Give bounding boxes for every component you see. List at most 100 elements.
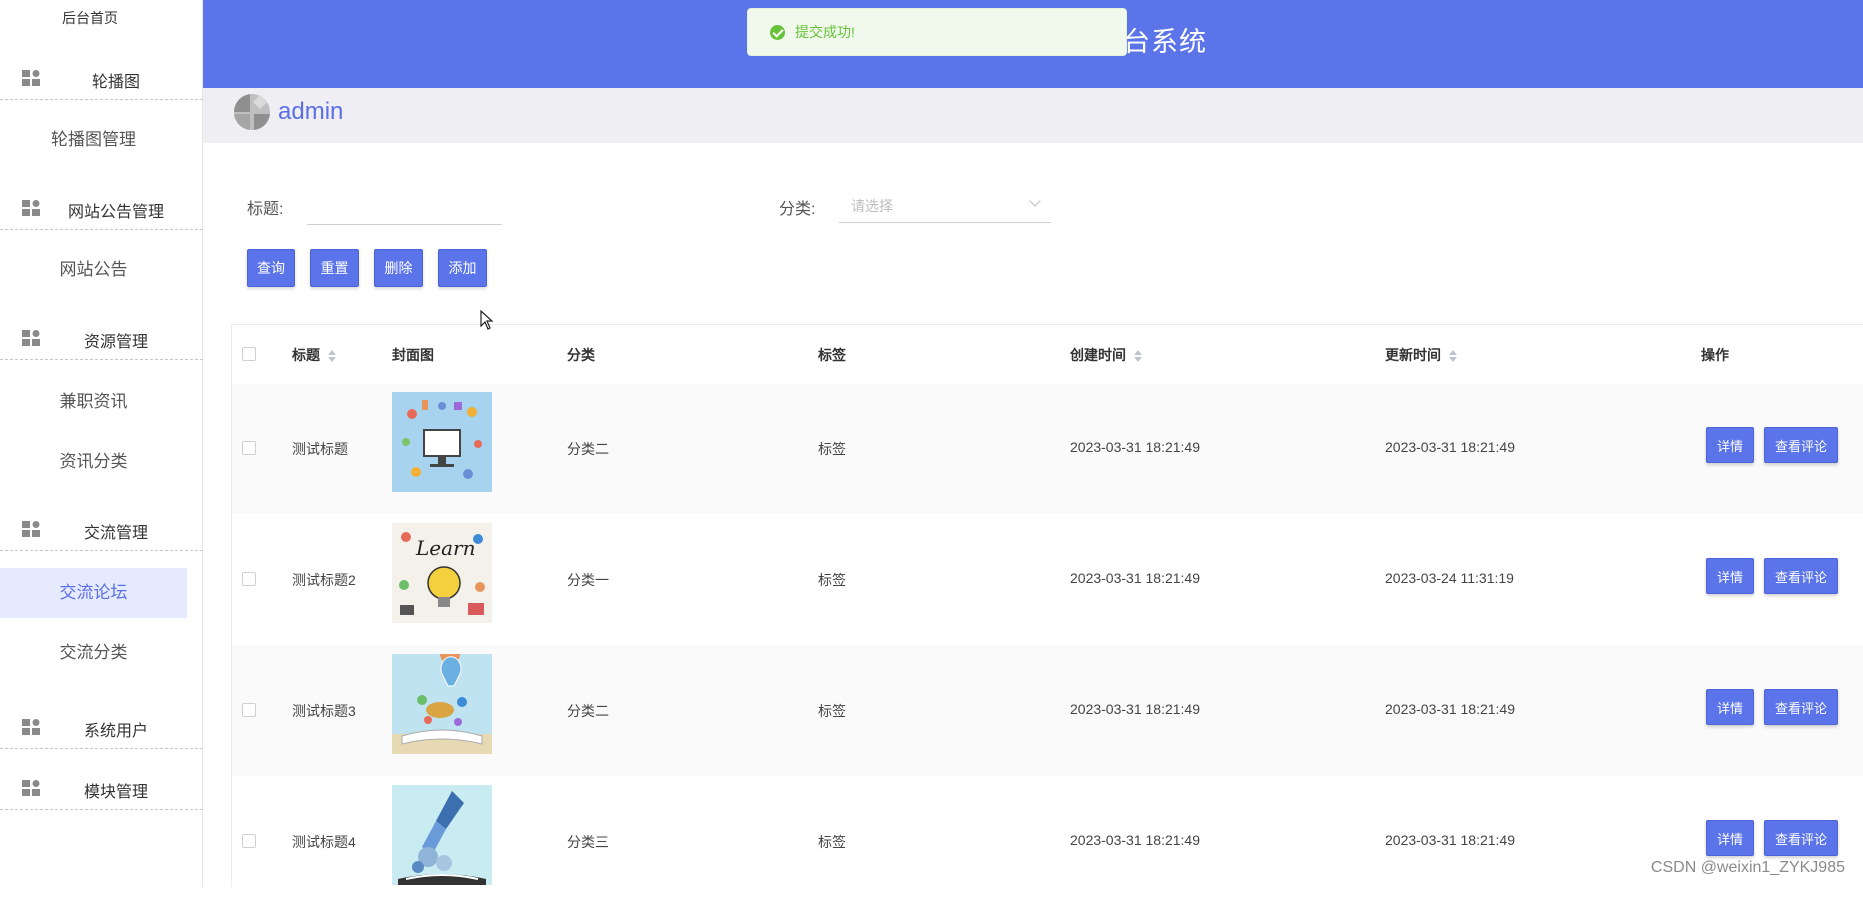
view-comments-button[interactable]: 查看评论 — [1764, 689, 1838, 725]
row-created: 2023-03-31 18:21:49 — [1070, 701, 1200, 717]
user-bar: admin — [203, 88, 1863, 143]
add-button[interactable]: 添加 — [438, 249, 487, 287]
row-tag: 标签 — [818, 439, 846, 459]
row-title: 测试标题4 — [292, 832, 356, 852]
sidebar-item-forum[interactable]: 交流论坛 — [0, 568, 187, 618]
chevron-down-icon — [1029, 195, 1040, 206]
title-search-input[interactable] — [307, 195, 502, 225]
row-updated: 2023-03-24 11:31:19 — [1385, 570, 1514, 586]
header-actions: 操作 — [1701, 345, 1729, 365]
cover-image — [392, 785, 492, 885]
row-updated: 2023-03-31 18:21:49 — [1385, 832, 1515, 848]
header-updated-text: 更新时间 — [1385, 347, 1441, 363]
sidebar-group-notices[interactable]: 网站公告管理 — [0, 186, 203, 230]
sidebar-home-link[interactable]: 后台首页 — [0, 8, 180, 28]
row-title: 测试标题2 — [292, 570, 356, 590]
sidebar-item-job-news[interactable]: 兼职资讯 — [0, 377, 187, 427]
system-title: 台系统 — [1123, 20, 1207, 59]
header-tag: 标签 — [818, 345, 846, 365]
sidebar-group-system-users[interactable]: 系统用户 — [0, 705, 203, 749]
cover-image — [392, 392, 492, 492]
table-header: 标题 封面图 分类 标签 创建时间 更新时间 操作 — [232, 325, 1863, 383]
table-row: 测试标题3 分类二 标签 2023-03-31 18:21:49 2 — [232, 645, 1863, 776]
grid-icon — [22, 330, 42, 346]
sidebar: 后台首页 轮播图 轮播图管理 网站公告管理 网站公告 资源管理 兼职资讯 资讯分… — [0, 0, 203, 887]
header-category: 分类 — [567, 345, 595, 365]
header-created-text: 创建时间 — [1070, 347, 1126, 363]
sidebar-group-label: 网站公告管理 — [46, 198, 186, 222]
row-title: 测试标题 — [292, 439, 348, 459]
header-title[interactable]: 标题 — [292, 345, 336, 365]
header-title-text: 标题 — [292, 347, 320, 363]
header-cover: 封面图 — [392, 345, 434, 365]
title-search-label: 标题: — [247, 195, 283, 219]
row-tag: 标签 — [818, 701, 846, 721]
sidebar-group-label: 资源管理 — [46, 328, 186, 352]
sidebar-group-exchange[interactable]: 交流管理 — [0, 507, 203, 551]
view-comments-button[interactable]: 查看评论 — [1764, 558, 1838, 594]
detail-button[interactable]: 详情 — [1706, 689, 1754, 725]
table-row: 测试标题2 Learn 分类一 标签 2023-03-31 18:21:49 — [232, 514, 1863, 645]
sidebar-item-notices[interactable]: 网站公告 — [0, 245, 187, 295]
detail-button[interactable]: 详情 — [1706, 820, 1754, 856]
row-created: 2023-03-31 18:21:49 — [1070, 832, 1200, 848]
category-select-placeholder: 请选择 — [851, 196, 893, 216]
sidebar-group-resources[interactable]: 资源管理 — [0, 316, 203, 360]
check-circle-icon — [770, 25, 785, 40]
sidebar-item-exchange-category[interactable]: 交流分类 — [0, 628, 187, 678]
table-row: 测试标题4 分类三 标签 2023-03-31 18:21:49 2023-03… — [232, 776, 1863, 907]
view-comments-button[interactable]: 查看评论 — [1764, 427, 1838, 463]
sidebar-group-label: 系统用户 — [46, 717, 186, 741]
row-created: 2023-03-31 18:21:49 — [1070, 439, 1200, 455]
cover-image: Learn — [392, 523, 492, 623]
header-created[interactable]: 创建时间 — [1070, 345, 1142, 365]
row-checkbox[interactable] — [242, 441, 256, 455]
sidebar-group-label: 交流管理 — [46, 519, 186, 543]
row-checkbox[interactable] — [242, 572, 256, 586]
avatar[interactable] — [233, 93, 271, 131]
row-title: 测试标题3 — [292, 701, 356, 721]
row-updated: 2023-03-31 18:21:49 — [1385, 439, 1515, 455]
row-checkbox[interactable] — [242, 834, 256, 848]
detail-button[interactable]: 详情 — [1706, 427, 1754, 463]
sort-icon[interactable] — [1449, 350, 1457, 362]
grid-icon — [22, 521, 42, 537]
row-created: 2023-03-31 18:21:49 — [1070, 570, 1200, 586]
username[interactable]: admin — [278, 98, 343, 126]
mouse-cursor-icon — [480, 310, 494, 330]
row-category: 分类二 — [567, 701, 609, 721]
sort-icon[interactable] — [1134, 350, 1142, 362]
query-button[interactable]: 查询 — [247, 249, 295, 287]
data-table: 标题 封面图 分类 标签 创建时间 更新时间 操作 测试标题 — [231, 324, 1863, 887]
reset-button[interactable]: 重置 — [310, 249, 359, 287]
grid-icon — [22, 200, 42, 216]
view-comments-button[interactable]: 查看评论 — [1764, 820, 1838, 856]
sidebar-item-news-category[interactable]: 资讯分类 — [0, 437, 187, 487]
select-all-checkbox[interactable] — [242, 347, 256, 361]
row-updated: 2023-03-31 18:21:49 — [1385, 701, 1515, 717]
sidebar-group-label: 轮播图 — [46, 68, 186, 92]
table-row: 测试标题 分类二 标签 — [232, 383, 1863, 514]
category-select[interactable]: 请选择 — [839, 189, 1051, 223]
row-checkbox[interactable] — [242, 703, 256, 717]
sidebar-group-label: 模块管理 — [46, 778, 186, 802]
grid-icon — [22, 70, 42, 86]
row-tag: 标签 — [818, 570, 846, 590]
delete-button[interactable]: 删除 — [374, 249, 423, 287]
svg-text:Learn: Learn — [415, 536, 475, 560]
sidebar-group-modules[interactable]: 模块管理 — [0, 766, 203, 810]
grid-icon — [22, 719, 42, 735]
detail-button[interactable]: 详情 — [1706, 558, 1754, 594]
sidebar-group-carousel[interactable]: 轮播图 — [0, 56, 203, 100]
row-category: 分类一 — [567, 570, 609, 590]
grid-icon — [22, 780, 42, 796]
cover-image — [392, 654, 492, 754]
row-tag: 标签 — [818, 832, 846, 852]
sort-icon[interactable] — [328, 350, 336, 362]
category-search-label: 分类: — [779, 195, 815, 219]
watermark: CSDN @weixin1_ZYKJ985 — [1651, 859, 1845, 877]
row-category: 分类二 — [567, 439, 609, 459]
header-updated[interactable]: 更新时间 — [1385, 345, 1457, 365]
row-category: 分类三 — [567, 832, 609, 852]
sidebar-item-carousel-manage[interactable]: 轮播图管理 — [0, 115, 187, 165]
